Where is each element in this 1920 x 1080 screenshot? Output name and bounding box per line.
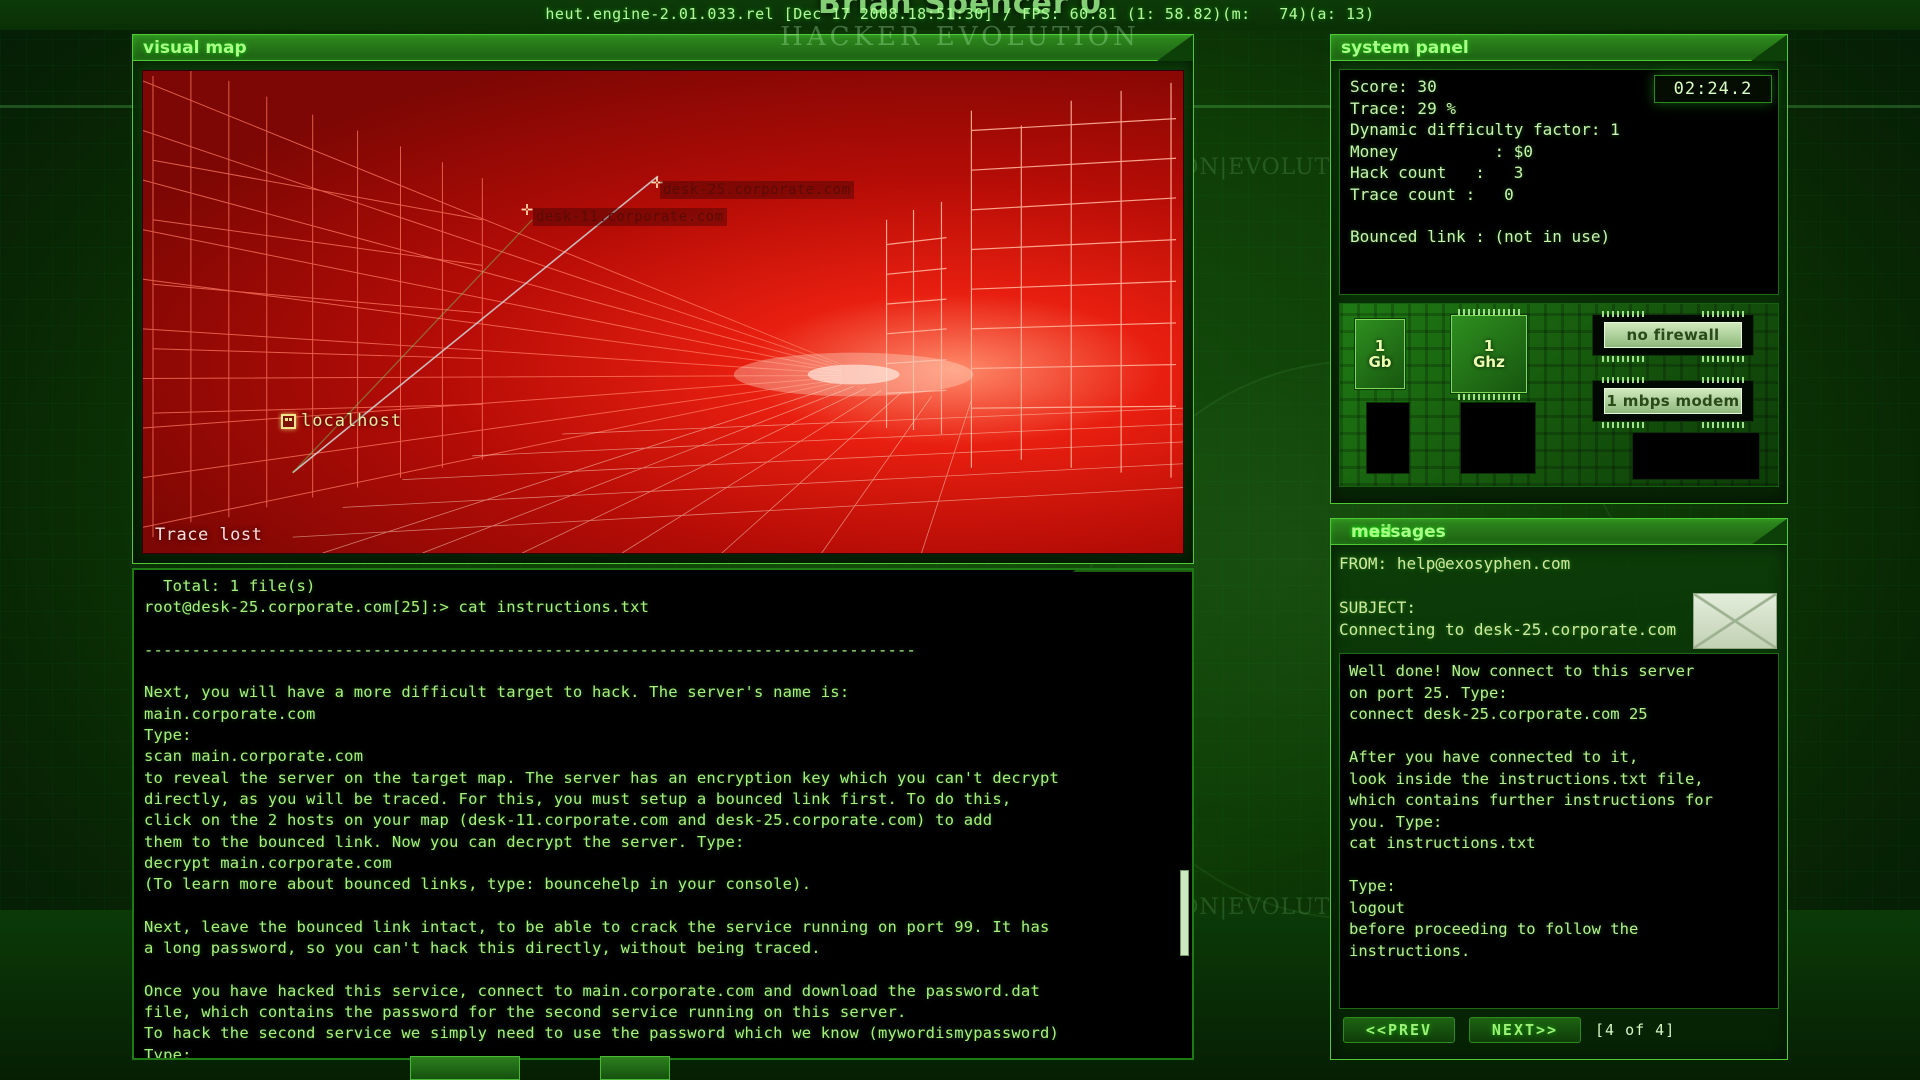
engine-status-bar: heut.engine-2.01.033.rel [Dec 17 2008.18… — [0, 0, 1920, 28]
firewall-pins-bottom-right — [1702, 356, 1744, 362]
console-output: Total: 1 file(s) root@desk-25.corporate.… — [144, 577, 1060, 1060]
empty-slot-3[interactable] — [1632, 432, 1760, 480]
messages-body: FROM: help@exosyphen.com SUBJECT: Connec… — [1330, 544, 1788, 1060]
envelope-icon — [1693, 593, 1777, 649]
modem-pins-bottom-right — [1702, 422, 1744, 428]
visual-map-body: ✛ ✛ desk-25.corporate.com desk-11.corpor… — [132, 60, 1194, 564]
map-node-label-desk11[interactable]: desk-11.corporate.com — [533, 208, 727, 226]
memory-chip-label: 1 Gb — [1355, 319, 1405, 389]
console-tab-decoration — [1073, 570, 1192, 572]
map-localhost-label: localhost — [301, 411, 403, 431]
system-panel-header: system panel — [1330, 34, 1788, 60]
map-trace-status: Trace lost — [155, 525, 263, 545]
stat-hack-count: Hack count : 3 — [1350, 163, 1524, 182]
message-navigation: <<PREV NEXT>> [4 of 4] — [1339, 1017, 1779, 1043]
console-body[interactable]: Total: 1 file(s) root@desk-25.corporate.… — [132, 568, 1194, 1060]
stat-money: Money : $0 — [1350, 141, 1534, 161]
system-panel: system panel Score: 30 Trace: 29 % Dynam… — [1330, 34, 1788, 504]
console-scrollbar-thumb[interactable] — [1180, 870, 1189, 956]
message-from-line: FROM: help@exosyphen.com — [1339, 553, 1779, 575]
cpu-chip[interactable]: 1 Ghz — [1450, 314, 1528, 394]
footer-tab-mid[interactable] — [600, 1056, 670, 1080]
map-wireframe-city — [143, 71, 1183, 553]
map-node-label-desk25[interactable]: desk-25.corporate.com — [660, 181, 854, 199]
firewall-label: no firewall — [1604, 322, 1742, 348]
message-body-box: Well done! Now connect to this server on… — [1339, 653, 1779, 1009]
cpu-pins-top — [1458, 309, 1520, 315]
empty-slot-1[interactable] — [1366, 402, 1410, 474]
modem-pins-top-left — [1602, 377, 1644, 383]
map-crosshair-desk11: ✛ — [521, 196, 534, 220]
messages-header: mail messages — [1330, 518, 1788, 544]
next-message-button[interactable]: NEXT>> — [1469, 1017, 1581, 1043]
system-stats-box: Score: 30 Trace: 29 % Dynamic difficulty… — [1339, 69, 1779, 295]
system-panel-title: system panel — [1341, 37, 1469, 58]
modem-label: 1 mbps modem — [1604, 388, 1742, 414]
stat-difficulty: Dynamic difficulty factor: 1 — [1350, 120, 1620, 139]
system-panel-body: Score: 30 Trace: 29 % Dynamic difficulty… — [1330, 60, 1788, 504]
console-panel[interactable]: Total: 1 file(s) root@desk-25.corporate.… — [132, 568, 1194, 1060]
message-from-label: FROM: — [1339, 554, 1388, 573]
firewall-pins-top-right — [1702, 311, 1744, 317]
messages-panel: mail messages FROM: help@exosyphen.com S… — [1330, 518, 1788, 1060]
message-body-text: Well done! Now connect to this server on… — [1349, 662, 1713, 960]
empty-slot-2[interactable] — [1460, 402, 1536, 474]
modem-slot[interactable]: 1 mbps modem — [1592, 380, 1754, 422]
hardware-board: 1 Gb 1 Ghz no firewall 1 mbps modem — [1339, 303, 1779, 487]
app-root: TION|EVOLUTION TION|EVOLUTION Brian Spen… — [0, 0, 1920, 1080]
modem-pins-top-right — [1702, 377, 1744, 383]
firewall-pins-bottom-left — [1602, 356, 1644, 362]
map-localhost-marker[interactable] — [281, 414, 296, 429]
stat-spacer — [1350, 205, 1770, 226]
modem-pins-bottom-left — [1602, 422, 1644, 428]
message-from-value: help@exosyphen.com — [1396, 554, 1571, 573]
engine-status-text: heut.engine-2.01.033.rel [Dec 17 2008.18… — [545, 5, 1375, 23]
mission-timer: 02:24.2 — [1654, 75, 1772, 103]
cpu-chip-label: 1 Ghz — [1451, 315, 1527, 393]
message-counter: [4 of 4] — [1595, 1021, 1676, 1039]
firewall-slot[interactable]: no firewall — [1592, 314, 1754, 356]
messages-title: messages — [1351, 522, 1446, 542]
map-viewport[interactable]: ✛ ✛ desk-25.corporate.com desk-11.corpor… — [142, 70, 1184, 554]
visual-map-title: visual map — [143, 37, 247, 58]
stat-trace-count: Trace count : 0 — [1350, 184, 1514, 204]
memory-chip[interactable]: 1 Gb — [1354, 318, 1406, 390]
stat-bounced-link: Bounced link : (not in use) — [1350, 227, 1611, 246]
prev-message-button[interactable]: <<PREV — [1343, 1017, 1455, 1043]
cpu-pins-bottom — [1458, 394, 1520, 400]
footer-tab-left[interactable] — [410, 1056, 520, 1080]
firewall-pins-top-left — [1602, 311, 1644, 317]
visual-map-panel: visual map ✛ ✛ desk-25.corporate.com des… — [132, 34, 1194, 564]
